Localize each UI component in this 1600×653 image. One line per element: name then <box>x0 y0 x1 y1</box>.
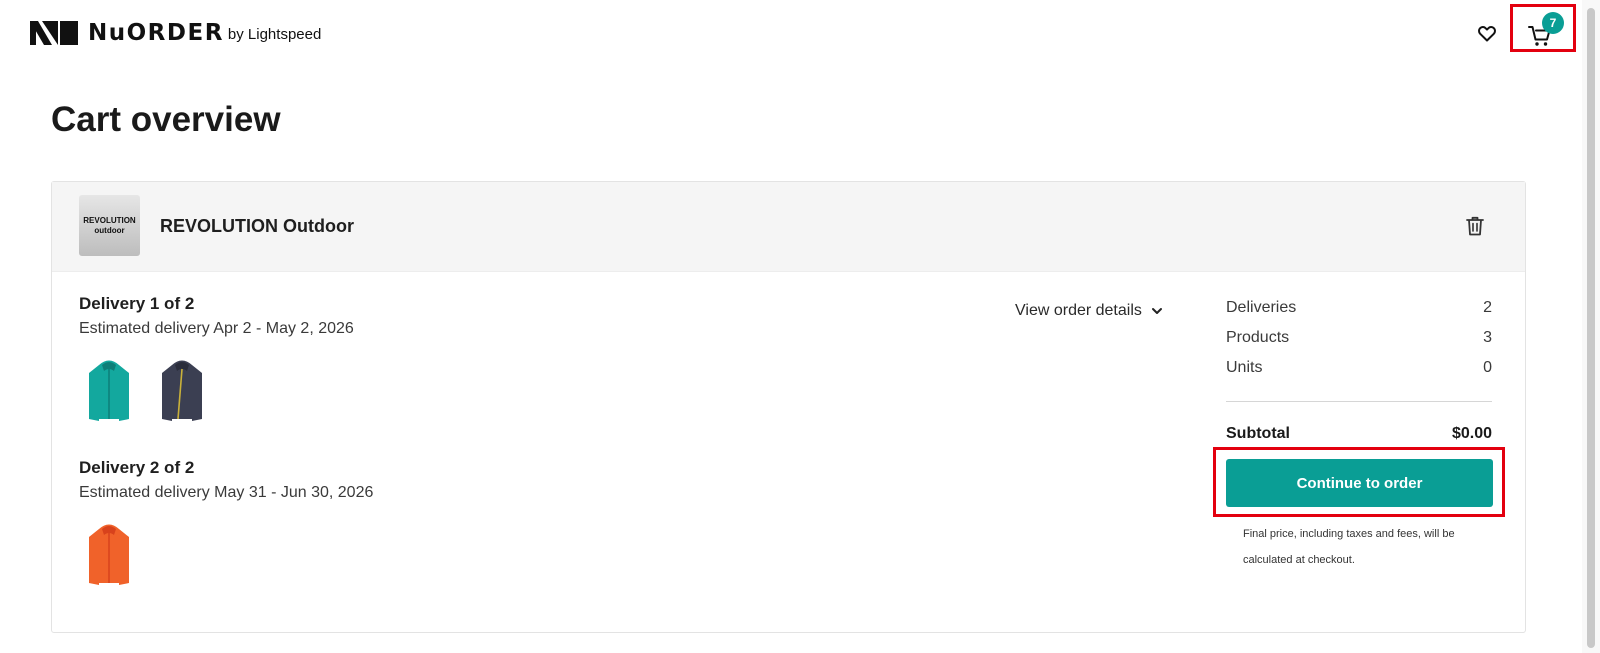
summary-products-row: Products 3 <box>1226 329 1492 347</box>
wishlist-button[interactable] <box>1476 23 1498 45</box>
chevron-down-icon <box>1151 308 1162 314</box>
page-scrollbar[interactable] <box>1582 0 1600 653</box>
summary-deliveries-label: Deliveries <box>1226 299 1297 316</box>
nuorder-logo-mark-icon <box>30 21 78 45</box>
brand-logo-line2: outdoor <box>94 225 125 235</box>
summary-divider <box>1226 401 1492 402</box>
checkout-fine-print: Final price, including taxes and fees, w… <box>1243 521 1473 573</box>
brand-header: REVOLUTION outdoor REVOLUTION Outdoor <box>52 182 1525 272</box>
trash-icon <box>1466 216 1484 236</box>
product-thumbnail-navy-jacket[interactable] <box>158 357 206 427</box>
product-thumbnail-orange-jacket[interactable] <box>85 521 133 591</box>
summary-deliveries-row: Deliveries 2 <box>1226 299 1492 317</box>
summary-products-label: Products <box>1226 329 1290 346</box>
summary-subtotal-label: Subtotal <box>1226 425 1290 442</box>
summary-subtotal-row: Subtotal $0.00 <box>1226 425 1492 443</box>
cart-button[interactable]: 7 <box>1510 4 1576 52</box>
brand-logo-line1: REVOLUTION <box>83 215 136 225</box>
fine-print-line-1: Final price, including taxes and fees, w… <box>1243 528 1455 540</box>
page-title: Cart overview <box>51 100 281 139</box>
view-order-details-toggle[interactable]: View order details <box>1015 302 1163 320</box>
summary-subtotal-value: $0.00 <box>1451 425 1492 442</box>
summary-units-label: Units <box>1226 359 1263 376</box>
heart-icon <box>1478 26 1496 42</box>
product-thumbnail-teal-jacket[interactable] <box>85 357 133 427</box>
brand-cart-card: REVOLUTION outdoor REVOLUTION Outdoor De… <box>51 181 1526 633</box>
delivery-2-estimate: Estimated delivery May 31 - Jun 30, 2026 <box>79 484 374 501</box>
view-order-details-label: View order details <box>1015 302 1142 319</box>
delivery-1-estimate: Estimated delivery Apr 2 - May 2, 2026 <box>79 320 354 337</box>
cart-count-badge: 7 <box>1542 12 1564 34</box>
delivery-2-title: Delivery 2 of 2 <box>79 458 195 477</box>
brand-name: REVOLUTION Outdoor <box>160 216 354 236</box>
summary-units-value: 0 <box>1483 359 1492 376</box>
fine-print-line-2: calculated at checkout. <box>1243 554 1355 566</box>
logo-byline: by Lightspeed <box>227 26 322 43</box>
brand-logo: REVOLUTION outdoor <box>79 195 140 256</box>
delivery-1-title: Delivery 1 of 2 <box>79 294 195 313</box>
nuorder-logo[interactable]: NuORDER by Lightspeed <box>30 21 321 45</box>
logo-wordmark: NuORDER <box>88 20 224 46</box>
summary-units-row: Units 0 <box>1226 359 1492 377</box>
delete-cart-button[interactable] <box>1464 214 1486 238</box>
summary-deliveries-value: 2 <box>1483 299 1492 316</box>
top-header: NuORDER by Lightspeed 7 <box>0 0 1580 70</box>
summary-products-value: 3 <box>1483 329 1492 346</box>
continue-to-order-button[interactable]: Continue to order <box>1226 459 1493 507</box>
scrollbar-thumb[interactable] <box>1587 8 1595 648</box>
